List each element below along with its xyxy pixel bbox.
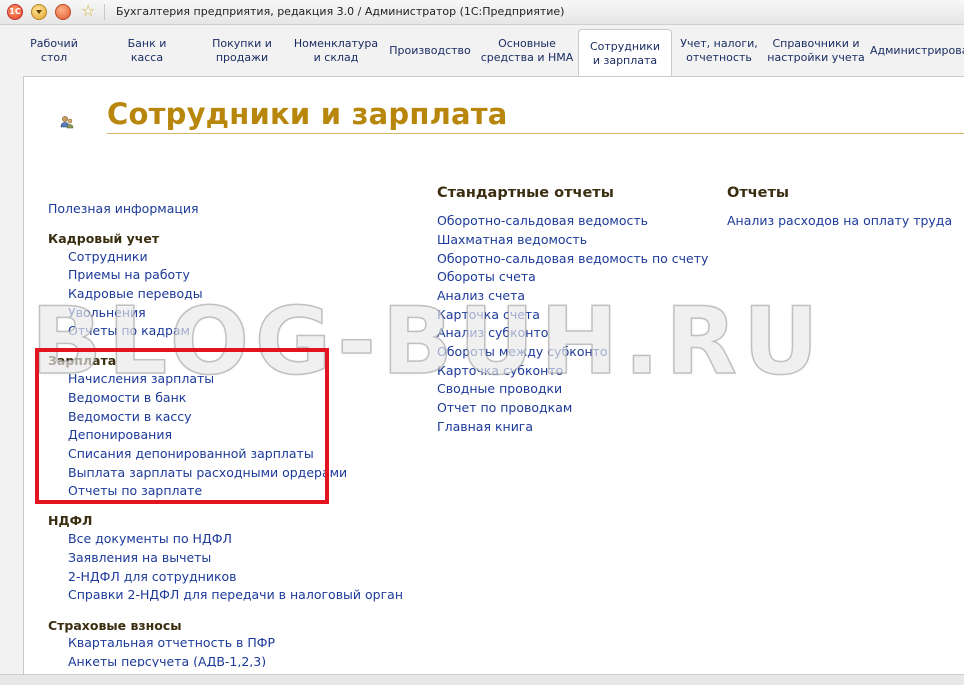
page-title: Сотрудники и зарплата xyxy=(107,97,508,131)
salary-link-bank-statements[interactable]: Ведомости в банк xyxy=(68,390,186,405)
useful-info-link[interactable]: Полезная информация xyxy=(48,201,199,216)
tab-fixed-assets[interactable]: Основные средства и НМА xyxy=(480,29,574,73)
insurance-link-adv-forms[interactable]: Анкеты персучета (АДВ-1,2,3) xyxy=(68,654,266,667)
std-report-entries-report[interactable]: Отчет по проводкам xyxy=(437,400,572,415)
stop-icon[interactable] xyxy=(55,4,71,20)
tab-accounting-taxes[interactable]: Учет, налоги, отчетность xyxy=(678,29,760,73)
hr-group-title: Кадровый учет xyxy=(48,231,160,246)
tab-production[interactable]: Производство xyxy=(388,29,472,73)
section-workspace: Сотрудники и зарплата Полезная информаци… xyxy=(23,76,964,675)
tab-bank-cash[interactable]: Банк и касса xyxy=(108,29,186,73)
favorites-star-icon[interactable]: ☆ xyxy=(81,2,95,20)
std-report-summary-entries[interactable]: Сводные проводки xyxy=(437,381,562,396)
std-report-account-turnovers[interactable]: Обороты счета xyxy=(437,269,536,284)
salary-link-cash-statements[interactable]: Ведомости в кассу xyxy=(68,409,192,424)
tab-desktop[interactable]: Рабочий стол xyxy=(18,29,90,73)
ndfl-link-employee-certificates[interactable]: 2-НДФЛ для сотрудников xyxy=(68,569,237,584)
std-report-subconto-card[interactable]: Карточка субконто xyxy=(437,363,563,378)
ndfl-link-all-documents[interactable]: Все документы по НДФЛ xyxy=(68,531,232,546)
main-menu-icon[interactable] xyxy=(31,4,47,20)
hr-link-employees[interactable]: Сотрудники xyxy=(68,249,148,264)
hr-link-reports[interactable]: Отчеты по кадрам xyxy=(68,323,190,338)
std-report-account-analysis[interactable]: Анализ счета xyxy=(437,288,525,303)
std-report-subconto-analysis[interactable]: Анализ субконто xyxy=(437,325,548,340)
std-report-subconto-turnovers[interactable]: Обороты между субконто xyxy=(437,344,608,359)
salary-link-deposits[interactable]: Депонирования xyxy=(68,427,172,442)
salary-link-reports[interactable]: Отчеты по зарплате xyxy=(68,483,202,498)
hr-link-dismissals[interactable]: Увольнения xyxy=(68,305,146,320)
salary-group-title: Зарплата xyxy=(48,353,117,368)
report-labor-cost-analysis[interactable]: Анализ расходов на оплату труда xyxy=(727,213,952,228)
hr-link-hirings[interactable]: Приемы на работу xyxy=(68,267,190,282)
sections-panel: Рабочий стол Банк и касса Покупки и прод… xyxy=(0,25,964,78)
tab-references-settings[interactable]: Справочники и настройки учета xyxy=(766,29,866,73)
insurance-link-pfr-reports[interactable]: Квартальная отчетность в ПФР xyxy=(68,635,275,650)
bottom-border xyxy=(0,674,964,685)
salary-link-cash-order-payments[interactable]: Выплата зарплаты расходными ордерами xyxy=(68,465,347,480)
title-bar: 1С ☆ Бухгалтерия предприятия, редакция 3… xyxy=(0,0,964,25)
tab-nomenclature-warehouse[interactable]: Номенклатура и склад xyxy=(292,29,380,73)
tab-administration[interactable]: Администрирование xyxy=(870,29,964,73)
std-report-turnover-balance[interactable]: Оборотно-сальдовая ведомость xyxy=(437,213,648,228)
1c-logo-icon[interactable]: 1С xyxy=(7,4,23,20)
std-report-chess-sheet[interactable]: Шахматная ведомость xyxy=(437,232,587,247)
insurance-group-title: Страховые взносы xyxy=(48,618,182,633)
std-report-account-card[interactable]: Карточка счета xyxy=(437,307,540,322)
ndfl-group-title: НДФЛ xyxy=(48,513,93,528)
tab-employees-salary[interactable]: Сотрудники и зарплата xyxy=(578,29,672,78)
tab-purchases-sales[interactable]: Покупки и продажи xyxy=(200,29,284,73)
window-title: Бухгалтерия предприятия, редакция 3.0 / … xyxy=(116,5,565,18)
toolbar-divider xyxy=(104,4,105,20)
employees-icon xyxy=(60,116,74,129)
reports-title: Отчеты xyxy=(727,185,790,201)
std-report-general-ledger[interactable]: Главная книга xyxy=(437,419,533,434)
salary-link-accruals[interactable]: Начисления зарплаты xyxy=(68,371,214,386)
ndfl-link-tax-authority-certificates[interactable]: Справки 2-НДФЛ для передачи в налоговый … xyxy=(68,587,403,602)
hr-link-transfers[interactable]: Кадровые переводы xyxy=(68,286,203,301)
ndfl-link-deduction-applications[interactable]: Заявления на вычеты xyxy=(68,550,211,565)
standard-reports-title: Стандартные отчеты xyxy=(437,185,614,201)
std-report-turnover-by-account[interactable]: Оборотно-сальдовая ведомость по счету xyxy=(437,251,708,266)
title-divider xyxy=(107,133,964,134)
salary-link-deposit-writeoffs[interactable]: Списания депонированной зарплаты xyxy=(68,446,314,461)
